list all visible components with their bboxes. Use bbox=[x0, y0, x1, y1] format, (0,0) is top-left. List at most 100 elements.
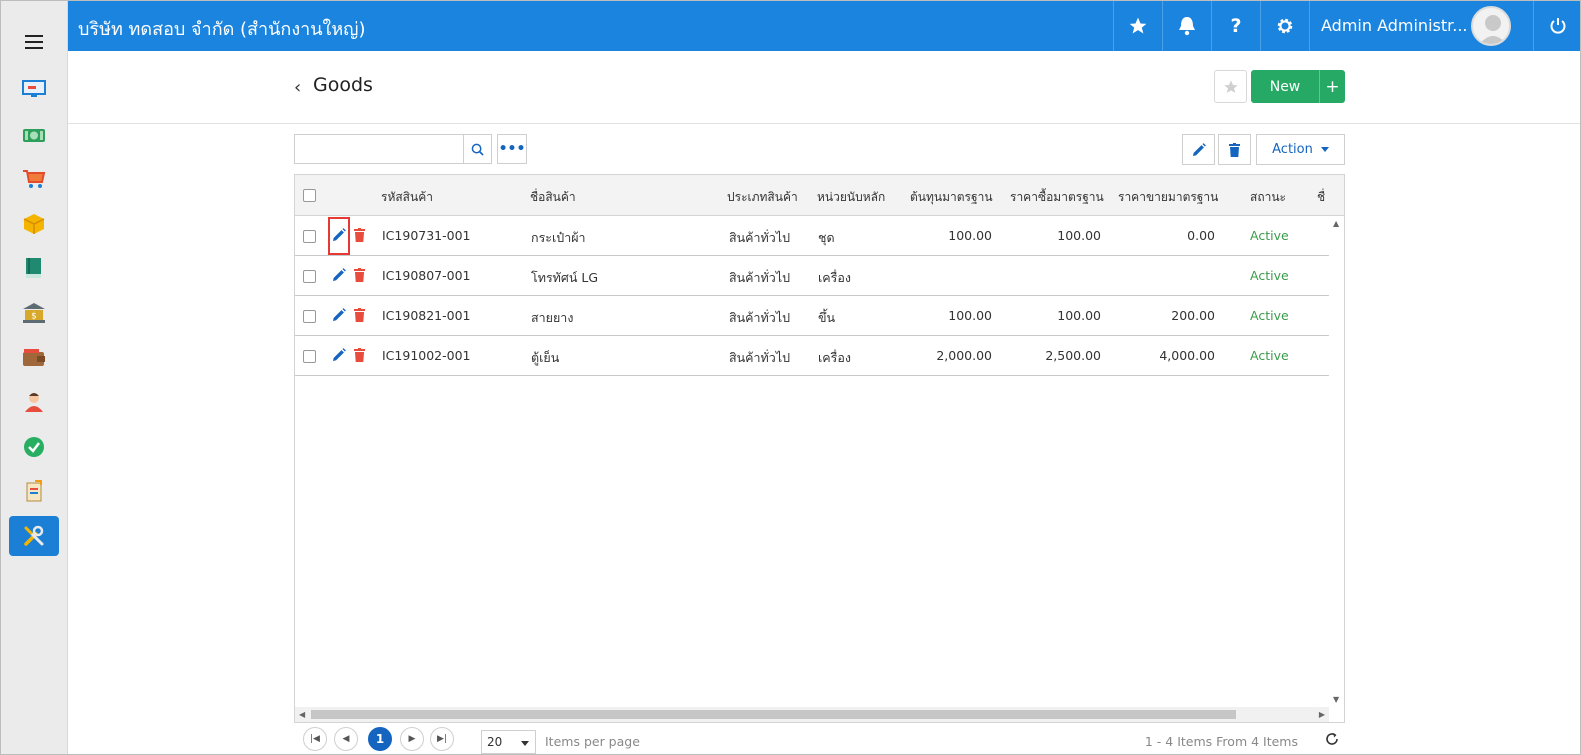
page-number-button[interactable]: 1 bbox=[368, 727, 392, 751]
cell-std-buy: 100.00 bbox=[1057, 308, 1101, 323]
sidebar-item-box[interactable] bbox=[9, 204, 59, 244]
status-badge: Active bbox=[1250, 228, 1289, 243]
box-icon bbox=[23, 214, 45, 234]
action-dropdown[interactable]: Action bbox=[1256, 134, 1345, 165]
dashboard-icon bbox=[22, 80, 46, 97]
row-checkbox[interactable] bbox=[303, 310, 316, 323]
header-std-buy[interactable]: ราคาซื้อมาตรฐาน bbox=[1010, 188, 1104, 207]
cell-std-cost: 100.00 bbox=[948, 228, 992, 243]
first-page-button[interactable]: |◀ bbox=[303, 727, 327, 751]
menu-icon[interactable] bbox=[25, 35, 43, 49]
pencil-icon[interactable] bbox=[332, 228, 346, 242]
tools-icon bbox=[24, 525, 44, 546]
pencil-icon[interactable] bbox=[332, 268, 346, 282]
page-size-value: 20 bbox=[487, 735, 503, 749]
cell-code: IC190821-001 bbox=[382, 308, 471, 323]
sidebar-item-dashboard[interactable] bbox=[9, 69, 59, 109]
vertical-scrollbar[interactable]: ▲ ▼ bbox=[1329, 216, 1344, 707]
sidebar-item-cash[interactable] bbox=[9, 115, 59, 155]
app-window: $ บริษัท ทดสอบ จำกัด (สำนักงานใหญ่) ? Ad… bbox=[0, 0, 1581, 755]
row-checkbox[interactable] bbox=[303, 230, 316, 243]
settings-button[interactable] bbox=[1260, 1, 1309, 51]
logout-button[interactable] bbox=[1533, 1, 1580, 51]
sidebar-item-approve[interactable] bbox=[9, 427, 59, 467]
sidebar-item-wallet[interactable] bbox=[9, 338, 59, 378]
header-status[interactable]: สถานะ bbox=[1250, 188, 1286, 207]
search-button[interactable] bbox=[463, 134, 492, 164]
add-favorite-button[interactable] bbox=[1214, 70, 1247, 103]
scroll-right-icon[interactable]: ▶ bbox=[1319, 710, 1325, 719]
caret-down-icon bbox=[521, 741, 529, 746]
pencil-icon[interactable] bbox=[332, 348, 346, 362]
avatar[interactable] bbox=[1471, 6, 1511, 46]
table-row[interactable]: IC190807-001 โทรทัศน์ LG สินค้าทั่วไป เค… bbox=[295, 256, 1329, 296]
header-type[interactable]: ประเภทสินค้า bbox=[727, 188, 798, 207]
help-icon: ? bbox=[1230, 15, 1242, 37]
header-extra[interactable]: ชื่ bbox=[1317, 188, 1325, 207]
search-input[interactable] bbox=[294, 134, 463, 164]
next-page-button[interactable]: ▶ bbox=[400, 727, 424, 751]
cell-type: สินค้าทั่วไป bbox=[729, 230, 791, 245]
sidebar-item-book[interactable] bbox=[9, 248, 59, 288]
refresh-icon[interactable] bbox=[1325, 732, 1339, 746]
star-outline-icon bbox=[1223, 79, 1238, 93]
help-button[interactable]: ? bbox=[1211, 1, 1260, 51]
pencil-icon[interactable] bbox=[332, 308, 346, 322]
cell-name: โทรทัศน์ LG bbox=[531, 270, 599, 285]
bulk-edit-button[interactable] bbox=[1182, 134, 1215, 165]
header-unit[interactable]: หน่วยนับหลัก bbox=[817, 188, 885, 207]
horizontal-scrollbar[interactable]: ◀ ▶ bbox=[295, 707, 1329, 722]
scroll-left-icon[interactable]: ◀ bbox=[299, 710, 305, 719]
bulk-delete-button[interactable] bbox=[1218, 134, 1251, 165]
last-page-button[interactable]: ▶| bbox=[430, 727, 454, 751]
scrollbar-thumb[interactable] bbox=[311, 710, 1236, 719]
sidebar-item-bank[interactable]: $ bbox=[9, 293, 59, 333]
select-all-checkbox[interactable] bbox=[303, 189, 316, 202]
check-icon bbox=[24, 437, 44, 457]
cell-name: สายยาง bbox=[531, 310, 574, 325]
table-row[interactable]: IC191002-001 ตู้เย็น สินค้าทั่วไป เครื่อ… bbox=[295, 336, 1329, 376]
page-header: ‹ Goods New + bbox=[68, 51, 1580, 124]
more-options-button[interactable]: ••• bbox=[497, 134, 527, 164]
plus-icon[interactable]: + bbox=[1319, 70, 1345, 103]
notifications-button[interactable] bbox=[1162, 1, 1211, 51]
page-size-select[interactable]: 20 bbox=[481, 730, 536, 754]
header-std-sell[interactable]: ราคาขายมาตรฐาน bbox=[1118, 188, 1218, 207]
status-badge: Active bbox=[1250, 348, 1289, 363]
bank-icon: $ bbox=[23, 303, 45, 323]
sidebar-item-cart[interactable] bbox=[9, 159, 59, 199]
sidebar-item-people[interactable] bbox=[9, 382, 59, 422]
row-checkbox[interactable] bbox=[303, 350, 316, 363]
scroll-up-icon[interactable]: ▲ bbox=[1333, 219, 1339, 228]
document-icon bbox=[26, 480, 42, 502]
user-name[interactable]: Admin Administr... bbox=[1321, 16, 1468, 35]
row-checkbox[interactable] bbox=[303, 270, 316, 283]
prev-page-button[interactable]: ◀ bbox=[334, 727, 358, 751]
company-name[interactable]: บริษัท ทดสอบ จำกัด (สำนักงานใหญ่) bbox=[78, 14, 366, 43]
table-row[interactable]: IC190731-001 กระเป๋าผ้า สินค้าทั่วไป ชุด… bbox=[295, 216, 1329, 256]
header-name[interactable]: ชื่อสินค้า bbox=[530, 188, 576, 207]
favorites-button[interactable] bbox=[1113, 1, 1162, 51]
new-button[interactable]: New + bbox=[1251, 70, 1345, 103]
cell-type: สินค้าทั่วไป bbox=[729, 350, 791, 365]
cell-name: ตู้เย็น bbox=[531, 350, 560, 365]
cell-std-buy: 2,500.00 bbox=[1045, 348, 1101, 363]
caret-down-icon bbox=[1320, 147, 1329, 152]
items-per-page-label: Items per page bbox=[545, 734, 640, 749]
cell-unit: ขึ้น bbox=[818, 310, 836, 325]
pagination: |◀ ◀ 1 ▶ ▶| 20 Items per page 1 - 4 Item… bbox=[294, 723, 1345, 754]
header-code[interactable]: รหัสสินค้า bbox=[381, 188, 433, 207]
back-chevron-icon[interactable]: ‹ bbox=[294, 77, 301, 98]
sidebar-item-tools[interactable] bbox=[9, 516, 59, 556]
pencil-icon bbox=[1192, 142, 1206, 156]
scroll-down-icon[interactable]: ▼ bbox=[1333, 695, 1339, 704]
sidebar-item-document[interactable] bbox=[9, 471, 59, 511]
cell-unit: ชุด bbox=[818, 230, 835, 245]
trash-icon[interactable] bbox=[354, 348, 365, 362]
divider bbox=[1309, 1, 1310, 51]
header-std-cost[interactable]: ต้นทุนมาตรฐาน bbox=[910, 188, 993, 207]
trash-icon[interactable] bbox=[354, 268, 365, 282]
trash-icon[interactable] bbox=[354, 308, 365, 322]
table-row[interactable]: IC190821-001 สายยาง สินค้าทั่วไป ขึ้น 10… bbox=[295, 296, 1329, 336]
trash-icon[interactable] bbox=[354, 228, 365, 242]
